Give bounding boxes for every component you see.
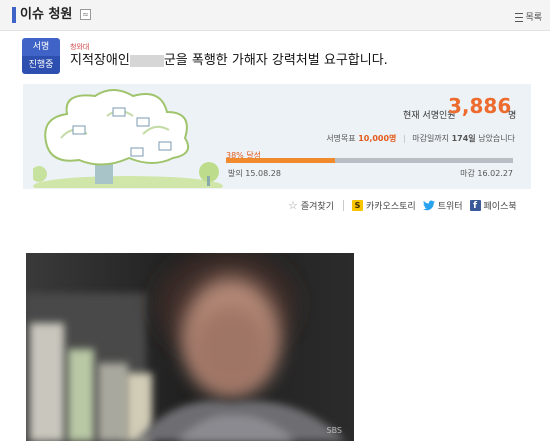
list-icon <box>515 13 524 22</box>
goal-value: 10,000명 <box>358 134 397 143</box>
goal-row: 서명목표 10,000명 | 마감일까지 174일 남았습니다 <box>326 133 515 144</box>
star-icon: ☆ <box>288 198 298 212</box>
twitter-button[interactable]: 트위터 <box>422 199 463 212</box>
petition-title[interactable]: 지적장애인 군을 폭행한 가해자 강력처벌 요구합니다. <box>70 53 388 69</box>
video-watermark: SBS <box>326 426 342 435</box>
header-accent-bar <box>12 7 16 23</box>
badge-bottom-text: 진행중 <box>22 56 60 74</box>
progress-track <box>226 158 513 163</box>
current-signatures-value: 3,886 <box>448 94 512 118</box>
title-part-2: 군을 폭행한 가해자 강력처벌 요구합니다. <box>163 53 388 68</box>
share-divider <box>343 199 344 211</box>
bookmark-button[interactable]: ☆ 즐겨찾기 <box>288 199 334 212</box>
section-header: 이슈 청원 ≈ 목록 <box>0 0 550 31</box>
signature-progress-panel: 현재 서명인원 3,886 명 서명목표 10,000명 | 마감일까지 174… <box>23 84 531 189</box>
title-part-1: 지적장애인 <box>70 53 130 68</box>
status-badge: 서명 진행중 <box>22 38 60 74</box>
goal-label: 서명목표 <box>326 134 356 143</box>
section-title: 이슈 청원 <box>20 7 73 22</box>
progress-fill <box>226 158 336 163</box>
badge-top-text: 서명 <box>22 38 60 56</box>
facebook-button[interactable]: f 페이스북 <box>469 199 517 212</box>
facebook-icon: f <box>469 199 481 211</box>
list-link[interactable]: 목록 <box>515 10 542 23</box>
start-date: 발의 15.08.28 <box>228 168 281 179</box>
list-label: 목록 <box>525 13 542 23</box>
blurred-person-image <box>26 253 354 441</box>
start-label: 발의 <box>228 169 243 178</box>
current-signatures-unit: 명 <box>508 111 517 121</box>
end-date-value: 16.02.27 <box>477 169 513 178</box>
days-left: 174일 <box>451 134 476 143</box>
end-date: 마감 16.02.27 <box>460 168 513 179</box>
kakaostory-button[interactable]: S 카카오스토리 <box>352 199 416 212</box>
share-bar: ☆ 즐겨찾기 S 카카오스토리 트위터 f 페이스북 <box>288 198 524 212</box>
kakaostory-icon: S <box>352 199 363 211</box>
goal-separator: | <box>402 134 406 143</box>
remain-text: 남았습니다 <box>478 134 515 143</box>
redacted-name <box>129 54 164 67</box>
twitter-icon <box>422 200 435 210</box>
deadline-label: 마감일까지 <box>412 134 450 143</box>
bookmark-label: 즐겨찾기 <box>300 201 334 212</box>
tree-illustration <box>33 89 223 188</box>
start-date-value: 15.08.28 <box>245 169 281 178</box>
rss-icon[interactable]: ≈ <box>80 9 91 20</box>
end-label: 마감 <box>460 169 475 178</box>
kakaostory-label: 카카오스토리 <box>366 201 416 212</box>
petition-source: 청와대 <box>70 43 90 51</box>
video-thumbnail[interactable]: SBS <box>26 253 354 441</box>
facebook-label: 페이스북 <box>483 201 517 212</box>
twitter-label: 트위터 <box>437 201 463 212</box>
